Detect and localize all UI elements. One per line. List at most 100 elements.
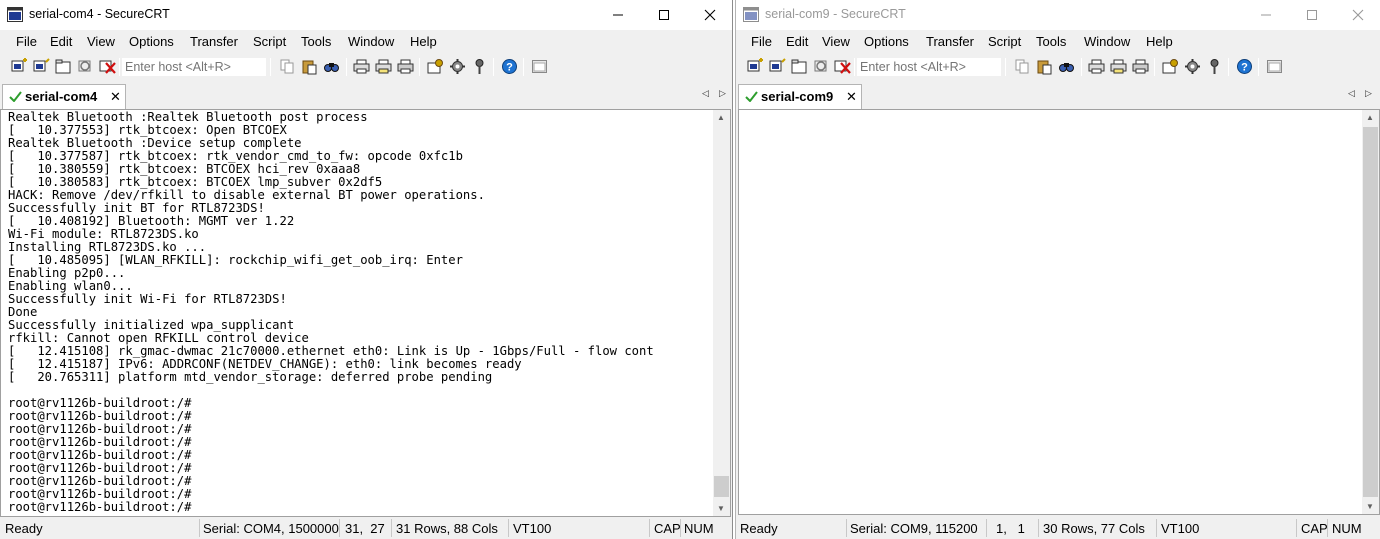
window-title: serial-com9 - SecureCRT — [765, 7, 906, 21]
connect-icon[interactable] — [747, 58, 764, 75]
menu-view[interactable]: View — [87, 34, 115, 49]
menu-window[interactable]: Window — [1084, 34, 1130, 49]
print-icon[interactable] — [397, 58, 414, 75]
status-separator — [1296, 519, 1297, 537]
menu-transfer[interactable]: Transfer — [926, 34, 974, 49]
securecrt-app-icon — [7, 7, 23, 22]
scroll-up-icon[interactable]: ▲ — [717, 113, 725, 122]
session-options-icon[interactable] — [1162, 58, 1179, 75]
terminal-line: root@rv1126b-buildroot:/# — [8, 500, 192, 514]
tab-scroll-right-icon[interactable]: ▷ — [1365, 88, 1372, 99]
reconnect-icon[interactable] — [813, 58, 830, 75]
title-bar[interactable]: serial-com9 - SecureCRT — [736, 0, 1380, 30]
tab-close-icon[interactable]: ✕ — [846, 89, 857, 105]
tab-close-icon[interactable]: ✕ — [110, 89, 121, 105]
menu-transfer[interactable]: Transfer — [190, 34, 238, 49]
minimize-icon — [613, 14, 623, 16]
status-separator — [1156, 519, 1157, 537]
keymap-icon[interactable] — [1206, 58, 1223, 75]
close-button[interactable] — [687, 0, 732, 30]
print-screen-icon[interactable] — [353, 58, 370, 75]
quick-connect-icon[interactable] — [33, 58, 50, 75]
menu-tools[interactable]: Tools — [1036, 34, 1066, 49]
help-icon[interactable]: ? — [501, 58, 518, 75]
menu-edit[interactable]: Edit — [50, 34, 72, 49]
status-separator — [846, 519, 847, 537]
session-tab-com4[interactable]: serial-com4 ✕ — [2, 84, 126, 109]
enter-host-input[interactable] — [121, 57, 267, 77]
menu-help[interactable]: Help — [410, 34, 437, 49]
menu-options[interactable]: Options — [864, 34, 909, 49]
menu-options[interactable]: Options — [129, 34, 174, 49]
menu-script[interactable]: Script — [988, 34, 1021, 49]
print-selection-icon[interactable] — [1110, 58, 1127, 75]
help-icon[interactable]: ? — [1236, 58, 1253, 75]
session-tab-com9[interactable]: serial-com9 ✕ — [738, 84, 862, 109]
menu-file[interactable]: File — [16, 34, 37, 49]
terminal-line: Successfully init Wi-Fi for RTL8723DS! — [8, 292, 287, 306]
menu-tools[interactable]: Tools — [301, 34, 331, 49]
new-window-icon[interactable] — [1266, 58, 1283, 75]
print-screen-icon[interactable] — [1088, 58, 1105, 75]
menu-bar: File Edit View Options Transfer Script T… — [736, 30, 1380, 52]
maximize-button[interactable] — [1289, 0, 1335, 30]
print-icon[interactable] — [1132, 58, 1149, 75]
toolbar-separator — [1154, 58, 1155, 76]
tab-scroll-left-icon[interactable]: ◁ — [1348, 88, 1355, 99]
menu-edit[interactable]: Edit — [786, 34, 808, 49]
window-title: serial-com4 - SecureCRT — [29, 7, 170, 21]
menu-view[interactable]: View — [822, 34, 850, 49]
copy-icon[interactable] — [279, 58, 296, 75]
connect-icon[interactable] — [11, 58, 28, 75]
scroll-thumb[interactable] — [1363, 127, 1378, 497]
quick-connect-icon[interactable] — [769, 58, 786, 75]
minimize-button[interactable] — [1243, 0, 1289, 30]
menu-script[interactable]: Script — [253, 34, 286, 49]
scroll-thumb[interactable] — [714, 476, 729, 497]
tab-scroll-left-icon[interactable]: ◁ — [702, 88, 709, 99]
connect-tab-icon[interactable] — [55, 58, 72, 75]
global-options-icon[interactable] — [449, 58, 466, 75]
minimize-button[interactable] — [595, 0, 641, 30]
print-selection-icon[interactable] — [375, 58, 392, 75]
status-emulation: VT100 — [1161, 521, 1200, 536]
paste-icon[interactable] — [301, 58, 318, 75]
disconnect-icon[interactable] — [99, 58, 116, 75]
maximize-button[interactable] — [641, 0, 687, 30]
copy-icon[interactable] — [1014, 58, 1031, 75]
status-num: NUM — [684, 521, 714, 536]
menu-file[interactable]: File — [751, 34, 772, 49]
close-button[interactable] — [1335, 0, 1380, 30]
menu-window[interactable]: Window — [348, 34, 394, 49]
find-icon[interactable] — [323, 58, 340, 75]
toolbar-separator — [854, 58, 855, 76]
scroll-up-icon[interactable]: ▲ — [1366, 113, 1374, 122]
global-options-icon[interactable] — [1184, 58, 1201, 75]
reconnect-icon[interactable] — [77, 58, 94, 75]
tab-label: serial-com4 — [25, 89, 98, 104]
disconnect-icon[interactable] — [834, 58, 851, 75]
status-cursor: 1, 1 — [996, 521, 1025, 536]
status-separator — [680, 519, 681, 537]
new-window-icon[interactable] — [531, 58, 548, 75]
keymap-icon[interactable] — [471, 58, 488, 75]
find-icon[interactable] — [1058, 58, 1075, 75]
enter-host-input[interactable] — [856, 57, 1002, 77]
toolbar-separator — [1081, 58, 1082, 76]
scroll-down-icon[interactable]: ▼ — [1366, 502, 1374, 511]
title-bar[interactable]: serial-com4 - SecureCRT — [0, 0, 732, 30]
terminal-output[interactable]: Realtek Bluetooth :Realtek Bluetooth pos… — [0, 109, 731, 517]
tab-scroll-right-icon[interactable]: ▷ — [719, 88, 726, 99]
minimize-icon — [1261, 14, 1271, 16]
paste-icon[interactable] — [1036, 58, 1053, 75]
vertical-scrollbar[interactable]: ▲ ▼ — [1362, 110, 1379, 514]
status-size: 31 Rows, 88 Cols — [396, 521, 498, 536]
vertical-scrollbar[interactable]: ▲ ▼ — [713, 110, 730, 516]
terminal-output[interactable]: ▲ ▼ — [738, 109, 1380, 515]
status-cap: CAP — [654, 521, 681, 536]
menu-help[interactable]: Help — [1146, 34, 1173, 49]
connected-check-icon — [9, 91, 22, 102]
connect-tab-icon[interactable] — [791, 58, 808, 75]
scroll-down-icon[interactable]: ▼ — [717, 504, 725, 513]
session-options-icon[interactable] — [427, 58, 444, 75]
